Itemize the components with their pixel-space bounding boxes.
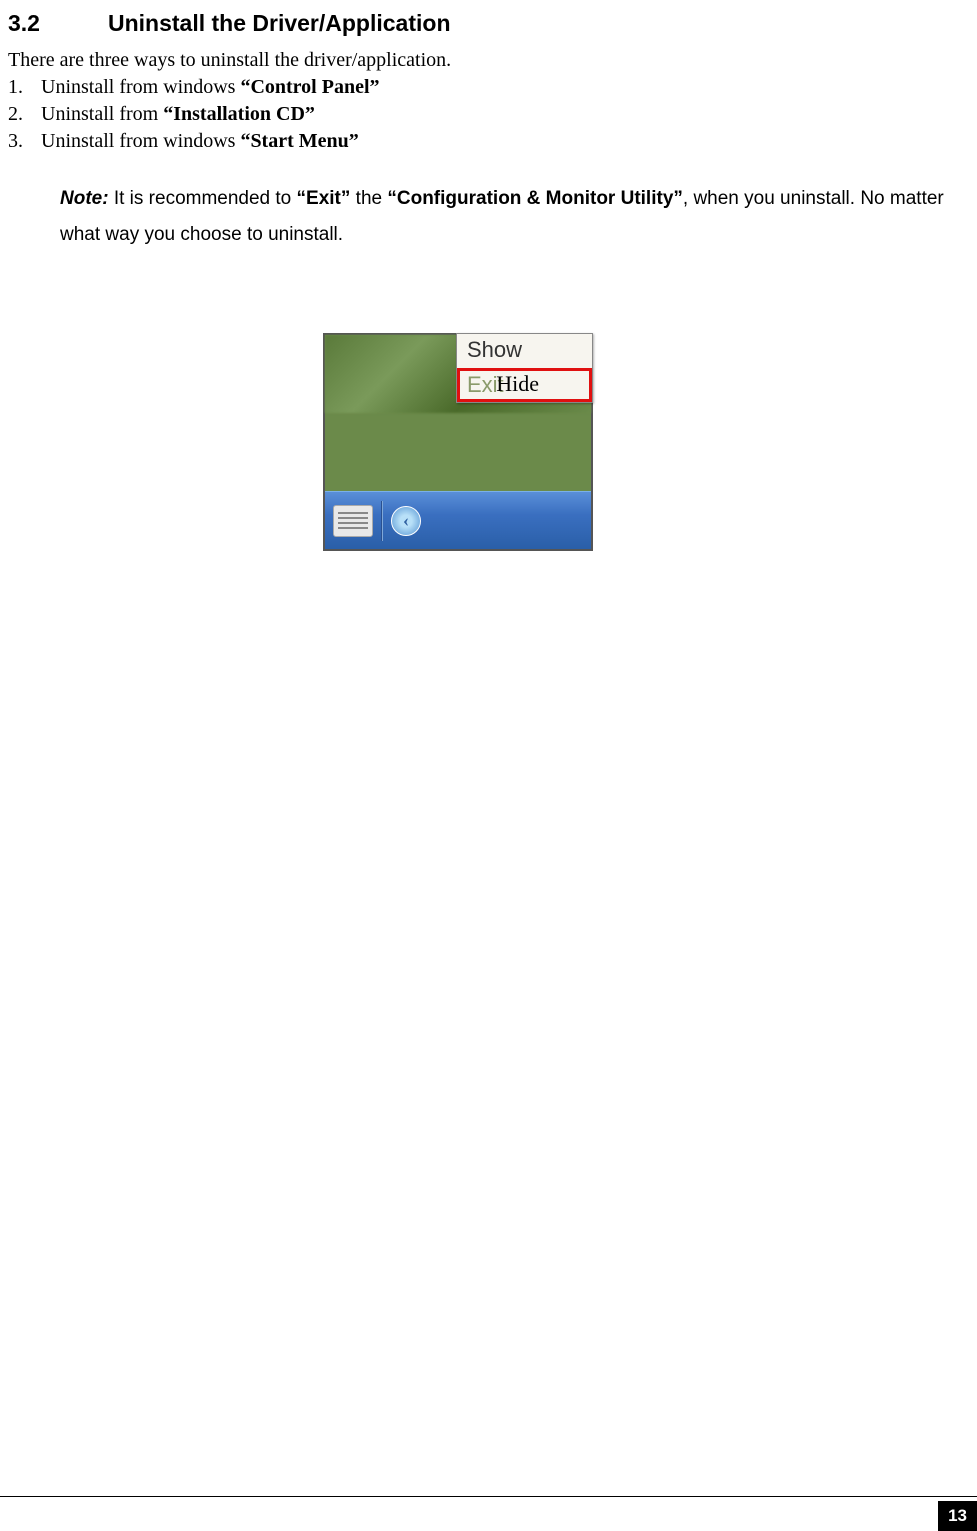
list-text: Uninstall from windows <box>41 76 240 98</box>
note-bold: “Exit” <box>297 188 351 209</box>
screenshot-tray-menu: Show Exit Hide ‹ <box>323 333 593 551</box>
page-footer: 13 <box>0 1496 977 1500</box>
note-label: Note: <box>60 188 109 209</box>
list-bold: “Installation CD” <box>163 103 315 125</box>
tray-expand-icon[interactable]: ‹ <box>391 506 421 536</box>
arrow-glyph: ‹ <box>403 510 409 531</box>
taskbar-divider <box>381 501 383 541</box>
list-text: Uninstall from <box>41 103 163 125</box>
heading-number: 3.2 <box>8 10 108 37</box>
context-menu: Show Exit <box>456 333 593 403</box>
note-paragraph: Note: It is recommended to “Exit” the “C… <box>8 181 977 253</box>
note-text: It is recommended to <box>109 188 297 209</box>
heading-title: Uninstall the Driver/Application <box>108 10 451 36</box>
page-number: 13 <box>938 1501 977 1531</box>
keyboard-icon[interactable] <box>333 505 373 537</box>
list-bold: “Start Menu” <box>240 130 358 152</box>
windows-taskbar: ‹ <box>325 491 591 549</box>
note-text: the <box>350 188 387 209</box>
list-number: 3. <box>8 130 41 153</box>
list-item: 1.Uninstall from windows “Control Panel” <box>8 76 977 99</box>
list-text: Uninstall from windows <box>41 130 240 152</box>
menu-item-exit[interactable]: Exit <box>457 368 592 402</box>
list-item: 3.Uninstall from windows “Start Menu” <box>8 130 977 153</box>
section-heading: 3.2Uninstall the Driver/Application <box>8 10 977 37</box>
list-number: 1. <box>8 76 41 99</box>
intro-paragraph: There are three ways to uninstall the dr… <box>8 49 977 72</box>
list-bold: “Control Panel” <box>240 76 379 98</box>
menu-item-show[interactable]: Show <box>457 334 592 366</box>
list-item: 2.Uninstall from “Installation CD” <box>8 103 977 126</box>
note-bold: “Configuration & Monitor Utility” <box>387 188 683 209</box>
list-number: 2. <box>8 103 41 126</box>
uninstall-methods-list: 1.Uninstall from windows “Control Panel”… <box>8 76 977 153</box>
